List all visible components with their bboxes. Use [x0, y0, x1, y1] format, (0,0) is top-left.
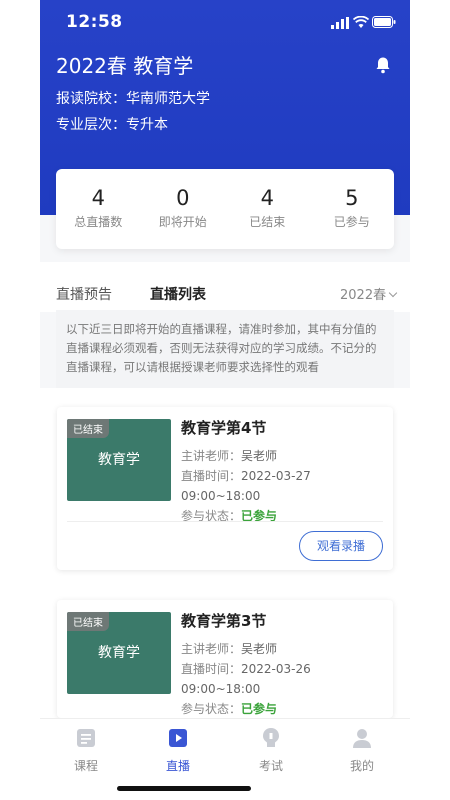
- course-thumbnail[interactable]: 已结束 教育学: [67, 612, 171, 694]
- stat-upcoming: 0 即将开始: [141, 169, 226, 249]
- thumbnail-text: 教育学: [98, 452, 140, 468]
- stat-label: 已结束: [249, 215, 286, 229]
- teacher-value: 吴老师: [241, 449, 278, 463]
- term-label: 2022春: [340, 288, 387, 303]
- profile-icon: [353, 729, 371, 748]
- notice-text: 以下近三日即将开始的直播课程，请准时参加，其中有分值的直播课程必须观看，否则无法…: [56, 310, 394, 388]
- level-row: 专业层次：专升本: [56, 114, 168, 134]
- signal-icon: [331, 17, 349, 29]
- stat-value: 0: [176, 186, 190, 210]
- status-bar: 12:58: [40, 0, 410, 44]
- status-badge: 已结束: [67, 612, 109, 631]
- nav-exam[interactable]: 考试: [241, 727, 301, 774]
- stat-label: 已参与: [333, 215, 370, 229]
- nav-course[interactable]: 课程: [56, 727, 116, 774]
- course-thumbnail[interactable]: 已结束 教育学: [67, 419, 171, 501]
- bell-icon[interactable]: [374, 56, 392, 74]
- state-line: 参与状态：已参与: [181, 506, 393, 526]
- course-icon: [77, 729, 95, 747]
- thumbnail-text: 教育学: [98, 645, 140, 661]
- course-info: 教育学第3节 主讲老师：吴老师 直播时间：2022-03-26 09:00~18…: [181, 610, 393, 719]
- teacher-label: 主讲老师：: [181, 449, 242, 463]
- app-screen: 12:58 2022春 教育学 报读院校：华南师范大学 专业层次：专升本 4 总…: [40, 0, 410, 800]
- status-badge: 已结束: [67, 419, 109, 438]
- tab-live-preview[interactable]: 直播预告: [56, 284, 112, 304]
- teacher-label: 主讲老师：: [181, 642, 242, 656]
- home-indicator[interactable]: [117, 786, 251, 791]
- chevron-down-icon: [388, 288, 398, 298]
- course-info: 教育学第4节 主讲老师：吴老师 直播时间：2022-03-27 09:00~18…: [181, 417, 393, 526]
- stat-value: 4: [91, 186, 105, 210]
- nav-label: 我的: [349, 759, 374, 773]
- nav-label: 直播: [165, 759, 190, 773]
- state-value: 已参与: [241, 702, 278, 716]
- wifi-icon: [353, 16, 369, 28]
- stat-total: 4 总直播数: [56, 169, 141, 249]
- stat-label: 即将开始: [158, 215, 207, 229]
- watch-replay-button[interactable]: 观看录播: [299, 531, 383, 561]
- stat-value: 5: [345, 186, 359, 210]
- stat-joined: 5 已参与: [310, 169, 395, 249]
- course-card[interactable]: 已结束 教育学 教育学第4节 主讲老师：吴老师 直播时间：2022-03-27 …: [57, 407, 393, 570]
- stat-label: 总直播数: [74, 215, 123, 229]
- term-selector[interactable]: 2022春: [340, 284, 398, 303]
- teacher-line: 主讲老师：吴老师: [181, 446, 393, 466]
- stats-card: 4 总直播数 0 即将开始 4 已结束 5 已参与: [56, 169, 394, 249]
- time-line: 直播时间：2022-03-27 09:00~18:00: [181, 466, 393, 506]
- teacher-line: 主讲老师：吴老师: [181, 639, 393, 659]
- time-line: 直播时间：2022-03-26 09:00~18:00: [181, 659, 393, 699]
- time-label: 直播时间：: [181, 469, 242, 483]
- battery-icon: [372, 16, 396, 28]
- stat-ended: 4 已结束: [225, 169, 310, 249]
- state-line: 参与状态：已参与: [181, 699, 393, 719]
- exam-icon: [263, 728, 279, 747]
- level-label: 专业层次：: [56, 117, 126, 133]
- school-value: 华南师范大学: [126, 91, 210, 107]
- course-title[interactable]: 教育学第3节: [181, 610, 393, 631]
- live-icon: [169, 729, 187, 747]
- nav-label: 考试: [258, 759, 283, 773]
- live-tabs: 直播预告 直播列表 2022春: [40, 262, 410, 312]
- level-value: 专升本: [126, 117, 168, 133]
- page-title: 2022春 教育学: [56, 54, 194, 78]
- state-label: 参与状态：: [181, 702, 242, 716]
- teacher-value: 吴老师: [241, 642, 278, 656]
- nav-profile[interactable]: 我的: [332, 727, 392, 774]
- course-card[interactable]: 已结束 教育学 教育学第3节 主讲老师：吴老师 直播时间：2022-03-26 …: [57, 600, 393, 718]
- tab-live-list[interactable]: 直播列表: [150, 284, 206, 304]
- school-row: 报读院校：华南师范大学: [56, 88, 210, 108]
- time-label: 直播时间：: [181, 662, 242, 676]
- card-divider: [67, 521, 383, 522]
- status-time: 12:58: [66, 12, 123, 32]
- nav-label: 课程: [73, 759, 98, 773]
- school-label: 报读院校：: [56, 91, 126, 107]
- stat-value: 4: [260, 186, 274, 210]
- nav-live[interactable]: 直播: [148, 727, 208, 774]
- course-title[interactable]: 教育学第4节: [181, 417, 393, 438]
